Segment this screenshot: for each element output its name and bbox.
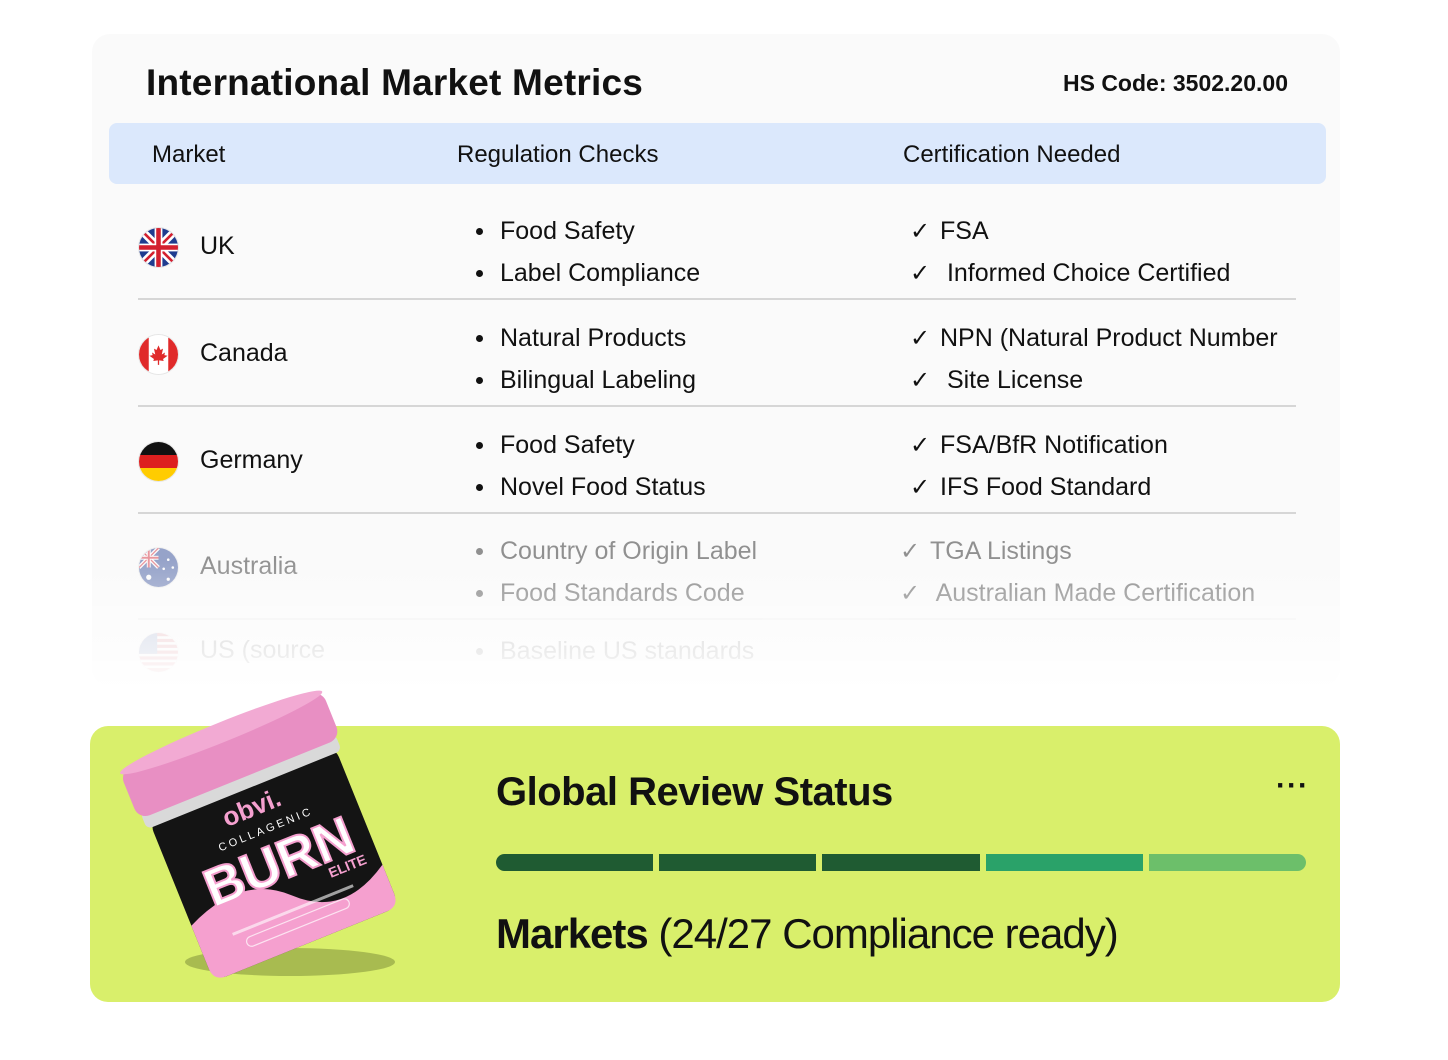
list-item: ✓ Site License — [910, 359, 1278, 401]
table-header: Market Regulation Checks Certification N… — [109, 123, 1326, 184]
check-icon: ✓ — [910, 432, 931, 459]
list-item: ✓ IFS Food Standard — [910, 466, 1168, 508]
list-item: Food Standards Code — [472, 572, 757, 614]
list-item: Food Safety — [472, 210, 700, 252]
check-icon: ✓ — [910, 218, 931, 245]
australia-flag-icon — [138, 547, 179, 588]
list-item: ✓ NPN (Natural Product Number — [910, 317, 1278, 359]
bullet-icon — [476, 270, 483, 277]
table-row-canada[interactable]: Canada Natural Products Bilingual Labeli… — [138, 301, 1296, 407]
progress-segment — [496, 854, 654, 871]
list-item: ✓ FSA — [910, 210, 1230, 252]
markets-compliance-text: Markets (24/27 Compliance ready) — [496, 910, 1119, 958]
more-options-icon[interactable]: ··· — [1276, 771, 1309, 801]
hs-code: HS Code: 3502.20.00 — [1062, 70, 1288, 96]
certification-list: ✓ NPN (Natural Product Number ✓ Site Lice… — [910, 317, 1278, 401]
markets-label: Markets — [496, 910, 649, 957]
country-name: Australia — [200, 552, 298, 580]
regulation-checks-list: Country of Origin Label Food Standards C… — [472, 530, 757, 614]
regulation-checks-list: Baseline US standards — [472, 630, 754, 672]
table-row-australia[interactable]: Australia Country of Origin Label Food S… — [138, 514, 1296, 620]
compliance-count: (24/27 Compliance ready) — [647, 910, 1118, 957]
card-title: International Market Metrics — [146, 62, 644, 103]
regulation-checks-list: Food Safety Novel Food Status — [472, 424, 706, 508]
table-row-us[interactable]: US (source Baseline US standards — [138, 620, 1296, 680]
list-item: Novel Food Status — [472, 466, 706, 508]
germany-flag-icon — [138, 441, 179, 482]
status-title: Global Review Status — [496, 770, 893, 814]
check-icon: ✓ — [910, 260, 931, 287]
certification-list: ✓ TGA Listings ✓ Australian Made Certific… — [900, 530, 1255, 614]
progress-segment — [985, 854, 1143, 871]
bullet-icon — [476, 228, 483, 235]
check-icon: ✓ — [910, 367, 931, 394]
country-name: US (source — [200, 636, 326, 664]
market-metrics-card: International Market Metrics HS Code: 35… — [92, 34, 1340, 686]
uk-flag-icon — [138, 227, 179, 268]
bullet-icon — [476, 548, 483, 555]
check-icon: ✓ — [910, 325, 931, 352]
certification-list: ✓ FSA/BfR Notification ✓ IFS Food Standard — [910, 424, 1168, 508]
bullet-icon — [476, 377, 483, 384]
list-item: ✓ TGA Listings — [900, 530, 1255, 572]
list-item: Country of Origin Label — [472, 530, 757, 572]
column-header-certification-needed: Certification Needed — [903, 141, 1121, 168]
country-name: UK — [200, 232, 235, 260]
regulation-checks-list: Food Safety Label Compliance — [472, 210, 700, 294]
progress-segment — [822, 854, 980, 871]
list-item: Food Safety — [472, 424, 706, 466]
check-icon: ✓ — [910, 474, 931, 501]
bullet-icon — [476, 335, 483, 342]
list-item: Bilingual Labeling — [472, 359, 696, 401]
row-divider — [138, 405, 1296, 407]
us-flag-icon — [138, 632, 179, 673]
bullet-icon — [476, 590, 483, 597]
check-icon: ✓ — [900, 538, 921, 565]
regulation-checks-list: Natural Products Bilingual Labeling — [472, 317, 696, 401]
column-header-regulation-checks: Regulation Checks — [457, 141, 659, 168]
table-row-germany[interactable]: Germany Food Safety Novel Food Status ✓ F… — [138, 408, 1296, 514]
canada-flag-icon — [138, 334, 179, 375]
country-name: Germany — [200, 446, 303, 474]
progress-segment — [659, 854, 817, 871]
bullet-icon — [476, 648, 483, 655]
table-row-uk[interactable]: UK Food Safety Label Compliance ✓ FSA ✓ I… — [138, 194, 1296, 300]
list-item: ✓ Australian Made Certification — [900, 572, 1255, 614]
product-jar-image: obvi. COLLAGENIC BURN ELITE — [120, 690, 420, 990]
list-item: ✓ FSA/BfR Notification — [910, 424, 1168, 466]
certification-list: ✓ FSA ✓ Informed Choice Certified — [910, 210, 1230, 294]
list-item: Label Compliance — [472, 252, 700, 294]
column-header-market: Market — [152, 141, 226, 168]
list-item: Baseline US standards — [472, 630, 754, 672]
compliance-progress-bar — [496, 854, 1307, 871]
progress-segment — [1148, 854, 1307, 871]
bullet-icon — [476, 442, 483, 449]
row-divider — [138, 298, 1296, 300]
list-item: ✓ Informed Choice Certified — [910, 252, 1230, 294]
bullet-icon — [476, 484, 483, 491]
list-item: Natural Products — [472, 317, 696, 359]
country-name: Canada — [200, 339, 288, 367]
check-icon: ✓ — [900, 580, 921, 607]
